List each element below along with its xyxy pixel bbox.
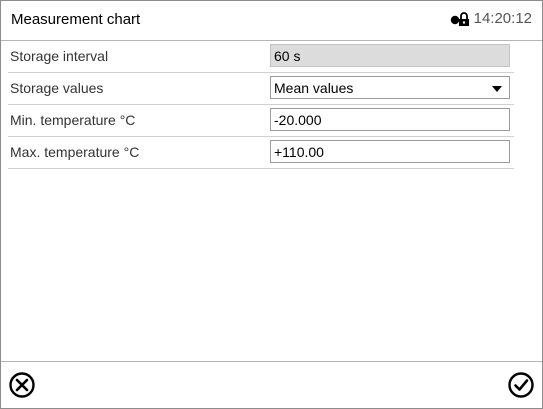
storage-values-dropdown[interactable]: Mean values bbox=[270, 76, 510, 99]
row-storage-interval: Storage interval 60 s bbox=[8, 41, 514, 73]
min-temperature-label: Min. temperature °C bbox=[10, 112, 136, 128]
chevron-down-icon[interactable] bbox=[492, 86, 502, 92]
row-max-temperature: Max. temperature °C +110.00 bbox=[8, 137, 514, 169]
confirm-button[interactable] bbox=[506, 370, 536, 400]
row-min-temperature: Min. temperature °C -20.000 bbox=[8, 105, 514, 137]
measurement-chart-window: Measurement chart 14:20:12 Storage inter… bbox=[0, 0, 543, 409]
header-status: 14:20:12 bbox=[450, 10, 532, 27]
cancel-icon bbox=[9, 372, 35, 398]
storage-values-label: Storage values bbox=[10, 80, 104, 96]
checkmark-icon bbox=[508, 372, 534, 398]
storage-interval-value: 60 s bbox=[270, 44, 510, 67]
cancel-button[interactable] bbox=[7, 370, 37, 400]
max-temperature-input[interactable]: +110.00 bbox=[270, 140, 510, 163]
max-temperature-label: Max. temperature °C bbox=[10, 144, 140, 160]
page-title: Measurement chart bbox=[11, 11, 141, 28]
clock-time: 14:20:12 bbox=[473, 10, 532, 27]
min-temperature-input[interactable]: -20.000 bbox=[270, 108, 510, 131]
header-bar: Measurement chart 14:20:12 bbox=[1, 1, 542, 41]
user-lock-icon bbox=[450, 11, 469, 26]
row-storage-values: Storage values Mean values bbox=[8, 73, 514, 105]
footer-bar bbox=[1, 361, 542, 408]
storage-values-selected: Mean values bbox=[274, 80, 354, 96]
storage-interval-label: Storage interval bbox=[10, 48, 109, 64]
